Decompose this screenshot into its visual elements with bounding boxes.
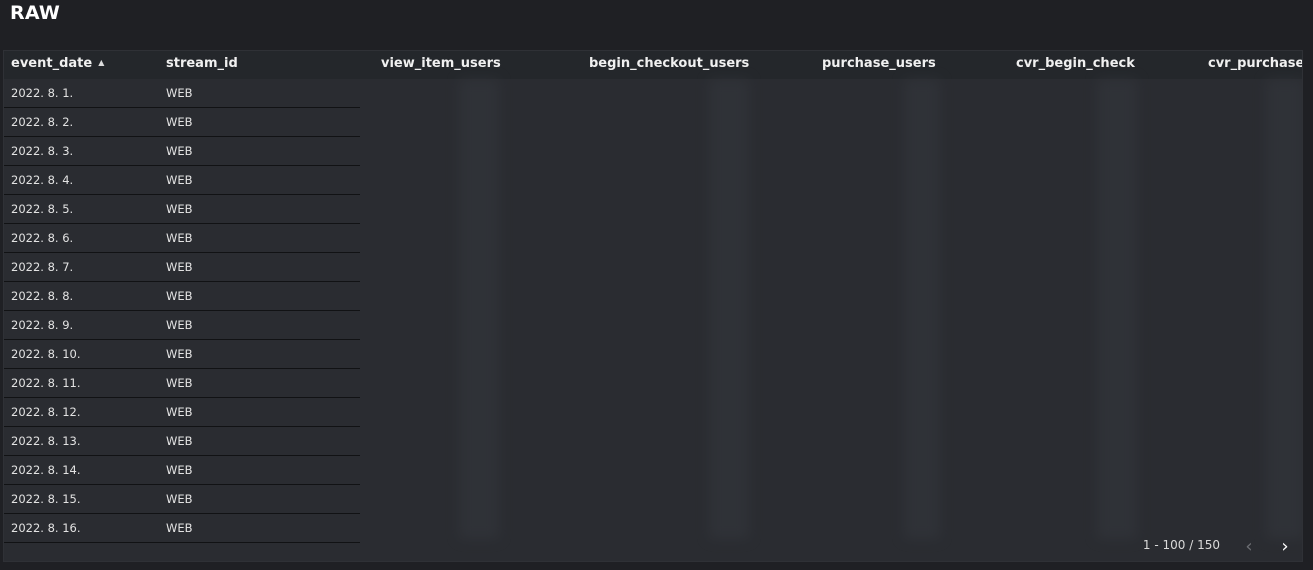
cell-stream-id: WEB [166,86,193,100]
chevron-left-icon[interactable]: ‹ [1238,535,1260,557]
cell-event-date: 2022. 8. 4. [11,173,74,187]
cell-stream-id: WEB [166,173,193,187]
cell-event-date: 2022. 8. 2. [11,115,74,129]
cell-stream-id: WEB [166,492,193,506]
cell-stream-id: WEB [166,463,193,477]
cell-event-date: 2022. 8. 12. [11,405,81,419]
cell-stream-id: WEB [166,144,193,158]
column-header-event-date[interactable]: event_date ▲ [11,56,104,71]
column-header-stream-id[interactable]: stream_id [166,56,238,71]
cell-event-date: 2022. 8. 7. [11,260,74,274]
cell-stream-id: WEB [166,405,193,419]
cell-event-date: 2022. 8. 13. [11,434,81,448]
cell-event-date: 2022. 8. 6. [11,231,74,245]
cell-stream-id: WEB [166,347,193,361]
cell-stream-id: WEB [166,231,193,245]
cell-event-date: 2022. 8. 1. [11,86,74,100]
column-header-begin-checkout-users[interactable]: begin_checkout_users [589,56,749,71]
page-title: RAW [10,2,61,24]
column-header-cvr-purchase[interactable]: cvr_purchase [1208,56,1302,71]
column-header-cvr-begin-check[interactable]: cvr_begin_check [1016,56,1135,71]
redacted-column [1097,79,1137,539]
column-header-view-item-users[interactable]: view_item_users [381,56,501,71]
column-header-purchase-users[interactable]: purchase_users [822,56,936,71]
cell-event-date: 2022. 8. 5. [11,202,74,216]
pagination: 1 - 100 / 150 ‹ › [4,531,1302,561]
cell-stream-id: WEB [166,115,193,129]
cell-event-date: 2022. 8. 15. [11,492,81,506]
cell-event-date: 2022. 8. 11. [11,376,81,390]
redacted-area [360,79,1302,549]
cell-event-date: 2022. 8. 14. [11,463,81,477]
cell-stream-id: WEB [166,260,193,274]
cell-stream-id: WEB [166,318,193,332]
redacted-column [459,79,499,539]
sort-ascending-icon: ▲ [98,58,105,67]
table-header: event_date ▲ stream_id view_item_users be… [4,51,1302,79]
cell-event-date: 2022. 8. 10. [11,347,81,361]
cell-stream-id: WEB [166,289,193,303]
data-table: event_date ▲ stream_id view_item_users be… [3,50,1303,562]
redacted-column [709,79,749,539]
cell-stream-id: WEB [166,202,193,216]
cell-event-date: 2022. 8. 8. [11,289,74,303]
cell-event-date: 2022. 8. 3. [11,144,74,158]
redacted-column [1266,79,1302,539]
cell-event-date: 2022. 8. 9. [11,318,74,332]
redacted-column [904,79,940,539]
cell-stream-id: WEB [166,434,193,448]
pagination-range: 1 - 100 / 150 [1142,538,1220,552]
chevron-right-icon[interactable]: › [1274,535,1296,557]
cell-stream-id: WEB [166,376,193,390]
